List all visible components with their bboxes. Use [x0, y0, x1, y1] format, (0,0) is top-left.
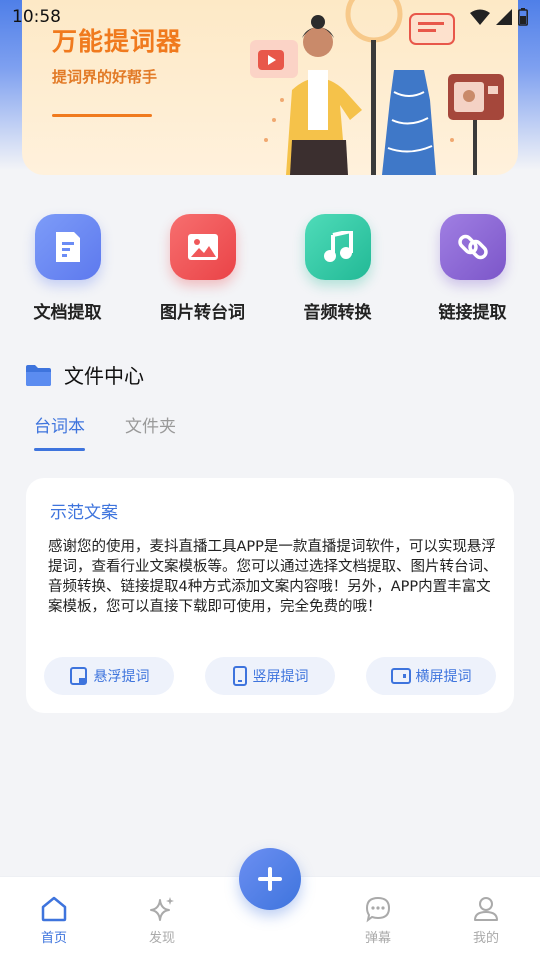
music-icon	[323, 231, 353, 262]
script-card[interactable]: 示范文案 感谢您的使用，麦抖直播工具APP是一款直播提词软件，可以实现悬浮提词，…	[26, 478, 514, 713]
file-center-header: 文件中心	[25, 360, 144, 389]
button-label: 横屏提词	[415, 669, 472, 685]
nav-label: 弹幕	[364, 931, 391, 946]
func-icon-bg	[34, 214, 101, 280]
nav-danmaku[interactable]: 弹幕	[324, 877, 432, 960]
document-icon	[55, 232, 80, 262]
floating-prompt-button[interactable]: 悬浮提词	[44, 657, 174, 695]
func-label: 链接提取	[438, 303, 507, 323]
landscape-phone-icon	[390, 668, 411, 684]
battery-icon	[518, 8, 528, 26]
landscape-prompt-button[interactable]: 横屏提词	[366, 657, 496, 695]
tab-script-book[interactable]: 台词本	[34, 412, 85, 451]
section-title: 文件中心	[64, 364, 144, 388]
link-icon	[457, 234, 488, 260]
status-time: 10:58	[12, 7, 61, 27]
tab-folders[interactable]: 文件夹	[125, 412, 176, 451]
portrait-phone-icon	[232, 666, 247, 686]
image-icon	[187, 234, 218, 260]
func-label: 音频转换	[303, 303, 372, 323]
wifi-icon	[470, 9, 490, 25]
nav-label: 发现	[148, 931, 175, 946]
button-label: 悬浮提词	[93, 669, 150, 685]
card-body: 感谢您的使用，麦抖直播工具APP是一款直播提词软件，可以实现悬浮提词，查看行业文…	[48, 539, 498, 615]
func-icon-bg	[169, 214, 236, 280]
nav-label: 首页	[40, 931, 67, 946]
func-label: 图片转台词	[160, 303, 245, 323]
portrait-prompt-button[interactable]: 竖屏提词	[205, 657, 335, 695]
chat-icon	[365, 896, 391, 923]
nav-discover[interactable]: 发现	[108, 877, 216, 960]
plus-icon	[258, 867, 282, 891]
add-button[interactable]	[239, 848, 301, 910]
func-audio-convert[interactable]: 音频转换	[278, 214, 398, 323]
nav-label: 我的	[472, 931, 499, 946]
sparkle-icon	[150, 897, 174, 921]
banner-subtitle: 提词界的好帮手	[52, 68, 158, 86]
func-document-extract[interactable]: 文档提取	[8, 214, 128, 323]
banner-underline	[52, 114, 152, 117]
signal-icon	[496, 9, 512, 25]
user-icon	[474, 897, 498, 921]
folder-icon	[26, 364, 51, 386]
func-icon-bg	[304, 214, 371, 280]
button-label: 竖屏提词	[252, 669, 309, 685]
func-label: 文档提取	[33, 303, 102, 323]
func-icon-bg	[439, 214, 506, 280]
function-grid: 文档提取 图片转台词 音频转换 链接提取	[0, 214, 540, 323]
status-bar: 10:58	[0, 0, 540, 34]
func-image-to-script[interactable]: 图片转台词	[143, 214, 263, 323]
status-icons	[470, 8, 528, 26]
nav-home[interactable]: 首页	[0, 877, 108, 960]
card-title: 示范文案	[50, 503, 118, 523]
nav-profile[interactable]: 我的	[432, 877, 540, 960]
func-link-extract[interactable]: 链接提取	[413, 214, 533, 323]
card-actions: 悬浮提词 竖屏提词 横屏提词	[44, 657, 496, 695]
file-tabs: 台词本 文件夹	[34, 412, 176, 451]
floating-window-icon	[69, 667, 87, 685]
home-icon	[41, 896, 67, 922]
